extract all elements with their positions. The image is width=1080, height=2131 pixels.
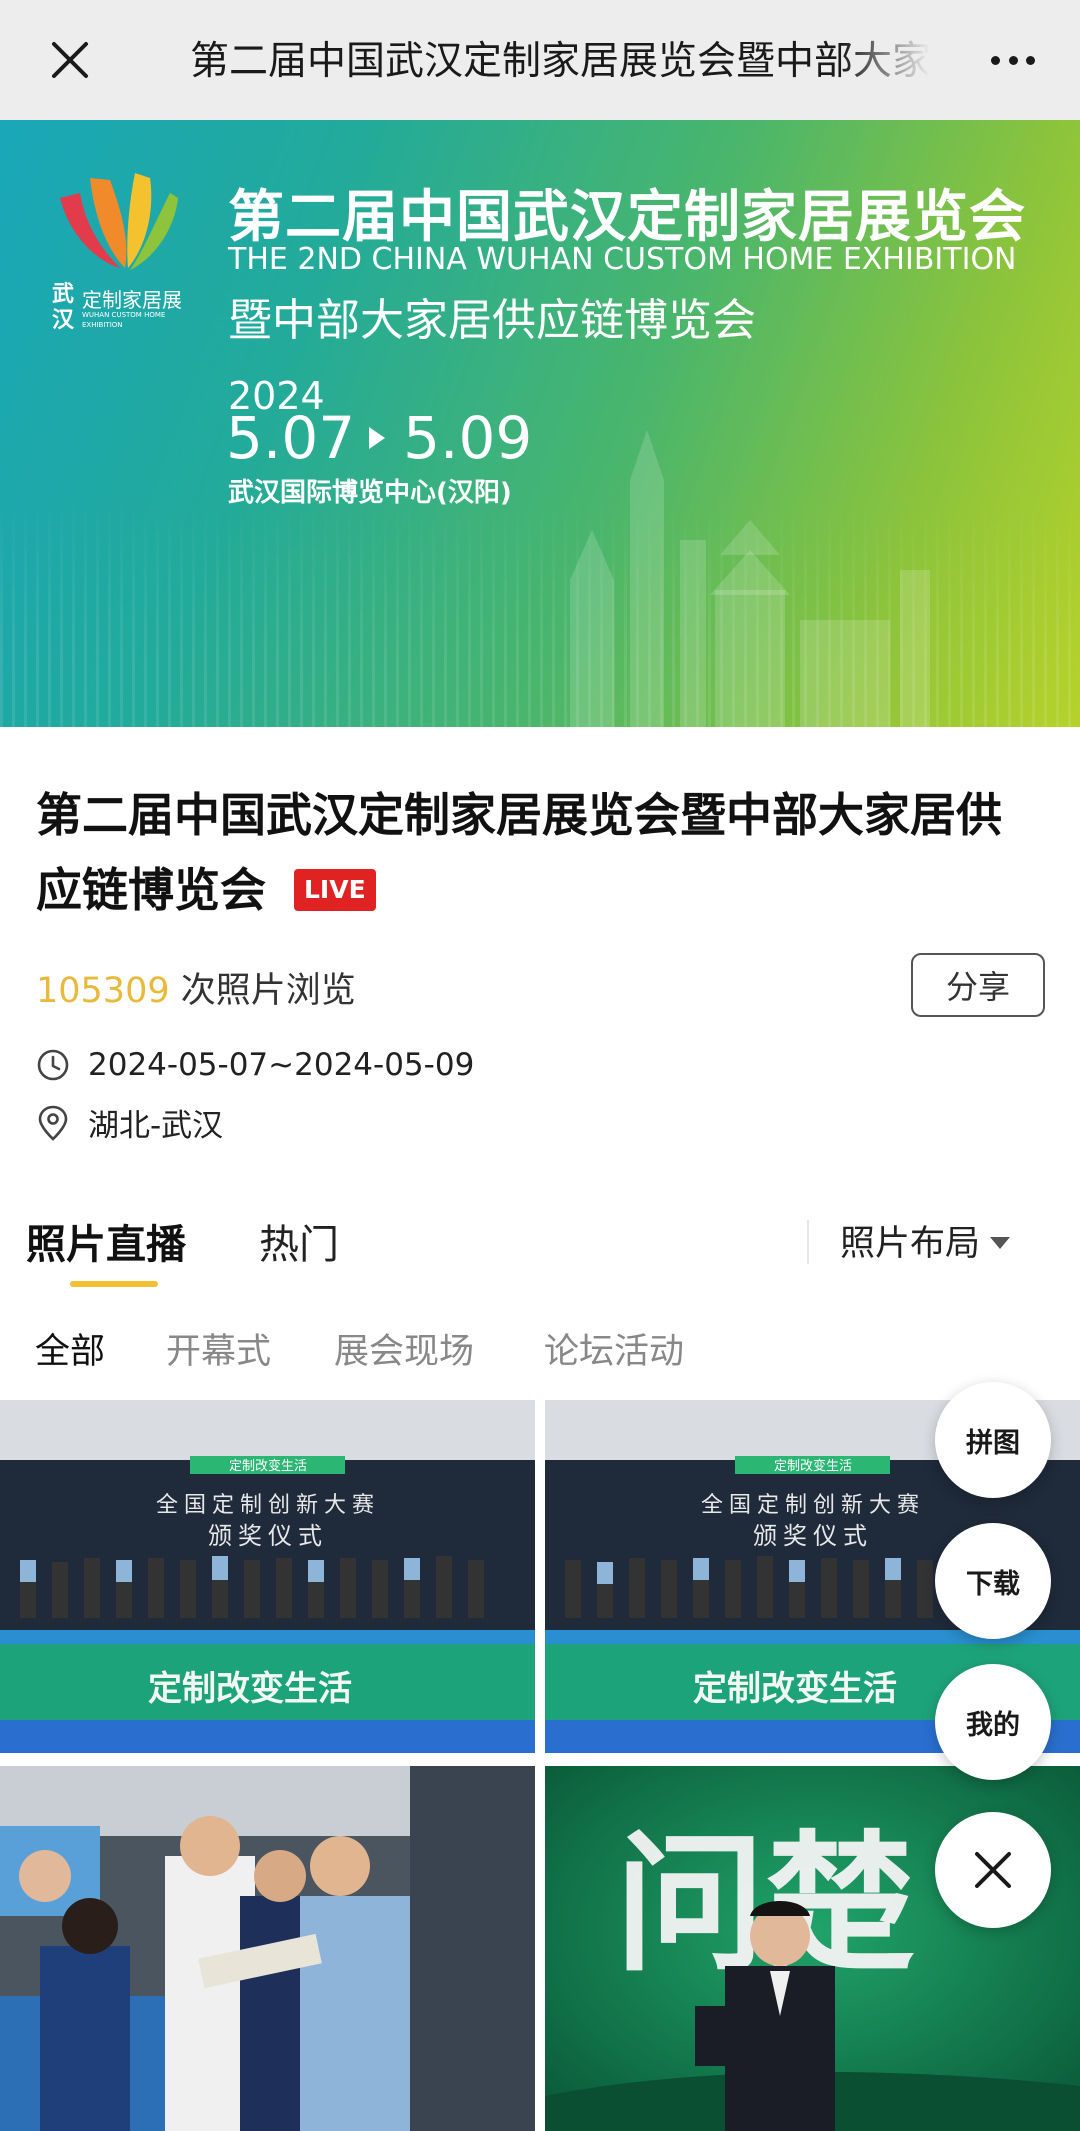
view-count: 105309	[36, 971, 170, 1011]
clock-icon	[37, 1049, 69, 1081]
tab-hot[interactable]: 热门	[259, 1212, 339, 1270]
photo-floor-text: 定制改变生活	[148, 1669, 352, 1709]
mine-button[interactable]: 我的	[935, 1664, 1051, 1780]
photo-top-banner-text: 定制改变生活	[229, 1458, 307, 1474]
exhibition-logo-icon	[60, 173, 178, 270]
category-forum[interactable]: 论坛活动	[544, 1323, 684, 1374]
close-icon	[975, 1852, 1011, 1888]
logo-city-text: 武汉	[52, 282, 75, 333]
category-all[interactable]: 全部	[35, 1323, 105, 1374]
event-title: 第二届中国武汉定制家居展览会暨中部大家居供应链博览会 LIVE	[36, 778, 1046, 928]
banner-subtitle: 暨中部大家居供应链博览会	[228, 295, 756, 346]
banner-title: 第二届中国武汉定制家居展览会	[228, 185, 1026, 250]
tab-photo-live[interactable]: 照片直播	[26, 1212, 186, 1270]
event-location: 湖北-武汉	[88, 1108, 224, 1144]
top-navbar: 第二届中国武汉定制家居展览会暨中部大家居供应链博览会	[0, 0, 1080, 120]
event-banner: 武汉 定制家居展 WUHAN CUSTOM HOME EXHIBITION 第二…	[0, 120, 1080, 727]
photo-layout-label: 照片布局	[840, 1224, 981, 1264]
tab-divider	[807, 1220, 809, 1264]
more-dots-icon[interactable]	[985, 40, 1041, 80]
download-button[interactable]: 下载	[935, 1523, 1051, 1639]
page-root: { "navbar": { "title": "第二届中国武汉定制家居展览会暨中…	[0, 0, 1080, 2131]
photo-thumbnail[interactable]	[0, 1766, 535, 2131]
banner-title-english: THE 2ND CHINA WUHAN CUSTOM HOME EXHIBITI…	[228, 242, 1017, 277]
logo-name-text: 定制家居展	[82, 288, 182, 312]
banner-date-end: 5.09	[403, 404, 533, 472]
banner-venue: 武汉国际博览中心(汉阳)	[228, 478, 512, 508]
photo-floor-text: 定制改变生活	[693, 1669, 897, 1709]
photo-screen-title: 全国定制创新大赛	[156, 1493, 380, 1518]
category-opening[interactable]: 开幕式	[166, 1323, 271, 1374]
photo-screen-subtitle: 颁奖仪式	[208, 1522, 328, 1550]
close-fab-button[interactable]	[935, 1812, 1051, 1928]
share-button[interactable]: 分享	[911, 953, 1045, 1017]
city-skyline-graphic	[570, 430, 930, 727]
banner-date-start: 5.07	[226, 404, 356, 472]
photo-layout-dropdown[interactable]: 照片布局	[840, 1215, 1011, 1266]
view-count-row: 105309 次照片浏览	[36, 962, 356, 1013]
banner-dates: 5.07 5.09	[226, 404, 532, 472]
event-date-range: 2024-05-07~2024-05-09	[88, 1047, 475, 1083]
view-count-suffix: 次照片浏览	[180, 971, 356, 1011]
active-tab-indicator	[70, 1281, 158, 1287]
logo-english-text: WUHAN CUSTOM HOME EXHIBITION	[82, 311, 166, 329]
navbar-title: 第二届中国武汉定制家居展览会暨中部大家居供应链博览会	[190, 39, 930, 84]
event-title-text: 第二届中国武汉定制家居展览会暨中部大家居供应链博览会	[36, 788, 1002, 917]
location-row: 湖北-武汉	[36, 1100, 223, 1145]
collage-button[interactable]: 拼图	[935, 1382, 1051, 1498]
photo-top-banner-text: 定制改变生活	[774, 1458, 852, 1474]
date-row: 2024-05-07~2024-05-09	[36, 1047, 474, 1083]
play-arrow-icon	[369, 427, 386, 449]
photo-thumbnail[interactable]: 定制改变生活 全国定制创新大赛 颁奖仪式 定制改变生活	[0, 1400, 535, 1753]
location-pin-icon	[38, 1105, 68, 1141]
photo-screen-subtitle: 颁奖仪式	[753, 1522, 873, 1550]
caret-down-icon	[990, 1236, 1011, 1249]
photo-screen-title: 全国定制创新大赛	[701, 1493, 925, 1518]
live-badge: LIVE	[294, 868, 376, 911]
category-exhibition-site[interactable]: 展会现场	[334, 1323, 474, 1374]
close-icon[interactable]	[42, 32, 98, 88]
